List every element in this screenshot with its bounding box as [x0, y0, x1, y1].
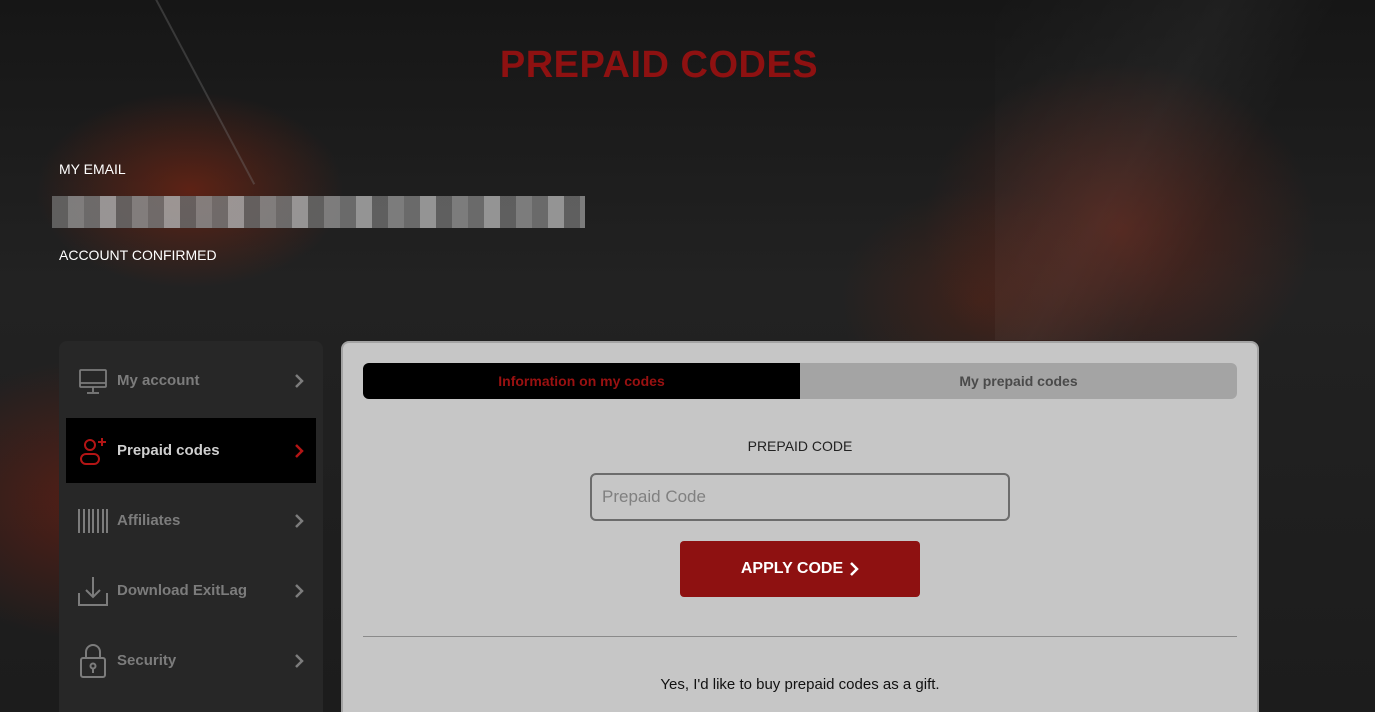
gift-purchase-text: Yes, I'd like to buy prepaid codes as a …	[660, 676, 940, 693]
download-icon	[77, 575, 109, 607]
prepaid-code-label: PREPAID CODE	[747, 438, 853, 454]
sidebar-item-affiliates[interactable]: Affiliates	[66, 488, 316, 553]
chevron-right-icon	[295, 583, 304, 598]
sidebar-item-my-account[interactable]: My account	[66, 348, 316, 413]
chevron-right-icon	[295, 513, 304, 528]
chevron-right-icon	[295, 653, 304, 668]
divider	[363, 636, 1237, 637]
prepaid-codes-panel: Information on my codes My prepaid codes…	[341, 341, 1259, 712]
sidebar-item-label: Download ExitLag	[117, 582, 248, 599]
sidebar-item-label: Security	[117, 652, 177, 669]
page-title: PREPAID CODES	[499, 44, 819, 86]
account-status: ACCOUNT CONFIRMED	[59, 247, 217, 263]
chevron-right-icon	[295, 373, 304, 388]
sidebar: My account Prepaid codes Affiliates Down…	[59, 341, 323, 712]
add-user-icon	[77, 435, 109, 467]
barcode-icon	[77, 505, 109, 537]
chevron-right-icon	[850, 562, 859, 576]
sidebar-item-label: My account	[117, 372, 200, 389]
email-label: MY EMAIL	[59, 161, 126, 177]
lock-icon	[77, 643, 109, 678]
tab-information-on-my-codes[interactable]: Information on my codes	[363, 363, 800, 399]
apply-code-button[interactable]: APPLY CODE	[680, 541, 920, 597]
apply-code-label: APPLY CODE	[740, 560, 844, 577]
prepaid-code-input[interactable]	[590, 473, 1010, 521]
sidebar-item-prepaid-codes[interactable]: Prepaid codes	[66, 418, 316, 483]
chevron-right-icon	[295, 443, 304, 458]
monitor-icon	[77, 365, 109, 397]
tab-my-prepaid-codes[interactable]: My prepaid codes	[800, 363, 1237, 399]
email-value-redacted	[52, 196, 585, 228]
sidebar-item-label: Affiliates	[117, 512, 181, 529]
tab-bar: Information on my codes My prepaid codes	[363, 363, 1237, 399]
sidebar-item-security[interactable]: Security	[66, 628, 316, 693]
sidebar-item-label: Prepaid codes	[117, 442, 220, 459]
sidebar-item-download-exitlag[interactable]: Download ExitLag	[66, 558, 316, 623]
